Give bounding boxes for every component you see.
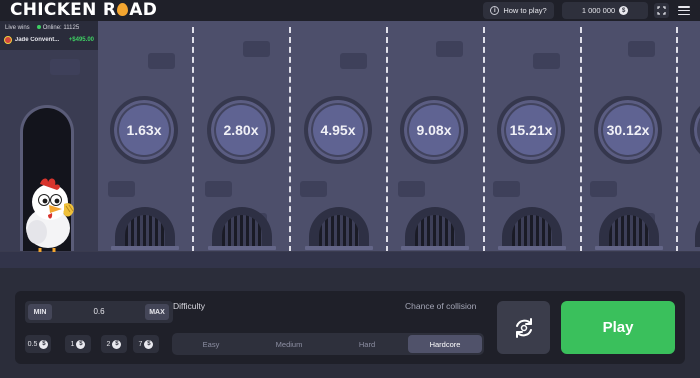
winner-name: Jade Convent...: [14, 37, 60, 43]
lane-divider: [289, 27, 291, 252]
multiplier-coin[interactable]: 2.80x: [207, 96, 275, 164]
quick-bet-chip[interactable]: 2 $: [101, 335, 127, 353]
chicken-character: [26, 178, 74, 252]
dollar-coin-icon: $: [39, 339, 49, 349]
menu-bar: [678, 6, 690, 8]
wall-brick: [436, 41, 463, 57]
quick-bet-chip[interactable]: 0.5 $: [25, 335, 51, 353]
grate-ledge: [208, 246, 276, 250]
grate-ledge: [305, 246, 373, 250]
bet-amount-box: MIN 0.6 MAX 0.5 $ 1 $ 2 $ 7 $: [25, 301, 173, 353]
egg-icon: [117, 3, 129, 16]
live-wins-label: Live wins: [5, 25, 30, 31]
lane-divider: [483, 27, 485, 252]
min-bet-button[interactable]: MIN: [28, 304, 52, 320]
wall-brick: [205, 181, 232, 197]
menu-bar: [678, 13, 690, 15]
live-win-entry: Jade Convent... +$495.00: [0, 31, 98, 44]
game-board: Live wins Online: 11125 Jade Convent... …: [0, 21, 700, 258]
wall-brick: [493, 181, 520, 197]
sewer-grate: [695, 207, 700, 247]
wall-brick: [340, 53, 367, 69]
dollar-coin-icon: $: [76, 339, 86, 349]
sewer-grate: [115, 207, 175, 247]
grate-ledge: [111, 246, 179, 250]
difficulty-tabs: Easy Medium Hard Hardcore: [172, 333, 484, 355]
bet-controls-panel: MIN 0.6 MAX 0.5 $ 1 $ 2 $ 7 $ Difficulty Cha…: [15, 291, 685, 364]
quick-bet-chip[interactable]: 7 $: [133, 335, 159, 353]
difficulty-label: Difficulty: [173, 301, 205, 311]
refresh-icon: [515, 317, 532, 338]
game-logo: CHICKEN R AD: [10, 0, 158, 20]
wall-brick: [628, 41, 655, 57]
quick-bet-chip[interactable]: 1 $: [65, 335, 91, 353]
tab-medium[interactable]: Medium: [252, 335, 326, 353]
play-button[interactable]: Play: [561, 301, 675, 354]
balance-display: 1 000 000 $: [562, 2, 648, 19]
wall-brick: [590, 181, 617, 197]
grate-ledge: [401, 246, 469, 250]
dollar-coin-icon: $: [112, 339, 122, 349]
wall-brick: [148, 53, 175, 69]
lane-divider: [676, 27, 678, 252]
wall-brick: [108, 181, 135, 197]
tab-hard[interactable]: Hard: [330, 335, 404, 353]
dollar-coin-icon: $: [144, 339, 154, 349]
floor: [0, 252, 700, 268]
sewer-grate: [309, 207, 369, 247]
online-dot-icon: [36, 25, 41, 29]
expand-icon: [657, 6, 666, 15]
multiplier-coin[interactable]: 15.21x: [497, 96, 565, 164]
online-count: Online: 11125: [36, 25, 79, 31]
multiplier-coin-partial[interactable]: [690, 96, 700, 164]
info-icon: i: [490, 6, 500, 15]
dollar-coin-icon: $: [619, 6, 629, 15]
wall-brick: [300, 181, 327, 197]
sewer-grate: [405, 207, 465, 247]
lane-divider: [386, 27, 388, 252]
top-bar: CHICKEN R AD i How to play? 1 000 000 $: [0, 0, 700, 21]
winner-amount: +$495.00: [68, 37, 94, 43]
sewer-grate: [502, 207, 562, 247]
wall-brick: [398, 181, 425, 197]
multiplier-coin[interactable]: 4.95x: [304, 96, 372, 164]
wall-brick: [243, 41, 270, 57]
fullscreen-button[interactable]: [654, 3, 669, 18]
grate-ledge: [498, 246, 566, 250]
grate-ledge: [595, 246, 663, 250]
lane-divider: [580, 27, 582, 252]
autoplay-button[interactable]: [497, 301, 550, 354]
wall-brick: [50, 59, 80, 75]
live-wins-panel: Live wins Online: 11125 Jade Convent... …: [0, 21, 98, 50]
bet-amount-row: MIN 0.6 MAX: [25, 301, 173, 323]
multiplier-coin[interactable]: 9.08x: [400, 96, 468, 164]
bet-amount-input[interactable]: 0.6: [65, 301, 133, 323]
menu-bar: [678, 9, 690, 12]
lane-divider: [192, 27, 194, 252]
flag-icon: [4, 36, 12, 44]
wall-brick: [533, 53, 560, 69]
tab-hardcore[interactable]: Hardcore: [408, 335, 482, 353]
how-to-play-button[interactable]: i How to play?: [483, 2, 554, 19]
collision-label: Chance of collision: [405, 301, 477, 311]
multiplier-coin[interactable]: 30.12x: [594, 96, 662, 164]
multiplier-coin[interactable]: 1.63x: [110, 96, 178, 164]
max-bet-button[interactable]: MAX: [145, 304, 169, 320]
menu-button[interactable]: [677, 4, 691, 17]
tab-easy[interactable]: Easy: [174, 335, 248, 353]
